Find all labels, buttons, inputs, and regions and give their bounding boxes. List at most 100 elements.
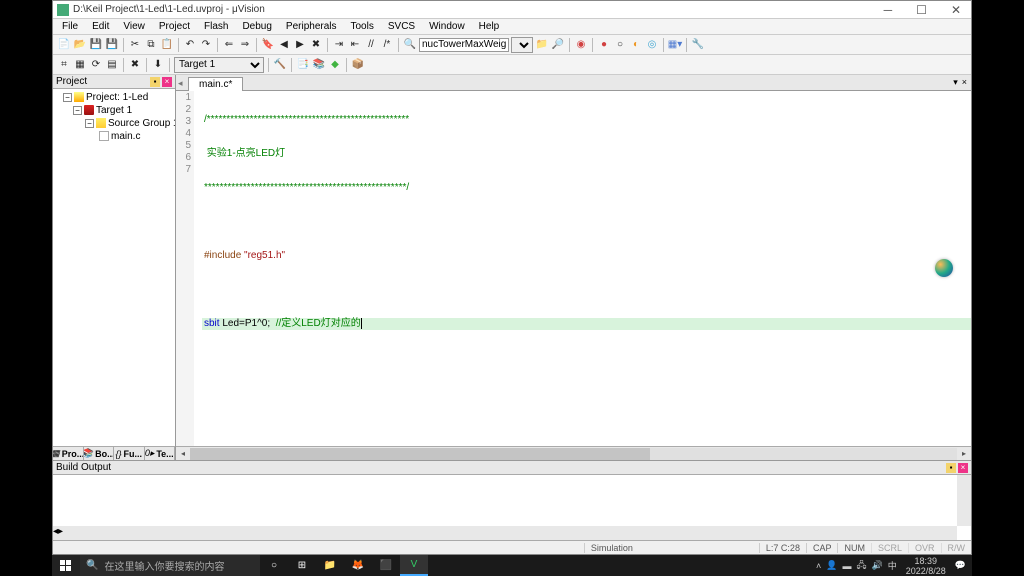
open-file-icon[interactable]: 📂 [73,38,87,52]
comment-icon[interactable]: // [364,38,378,52]
project-tree[interactable]: −Project: 1-Led −Target 1 −Source Group … [53,89,175,446]
breakpoint-kill-icon[interactable]: ◎ [645,38,659,52]
obs-icon[interactable]: ⬛ [372,555,400,576]
notifications-icon[interactable]: 💬 [955,560,966,571]
bookmark-clear-icon[interactable]: ✖ [309,38,323,52]
scroll-right-icon[interactable]: ▸ [957,448,971,460]
tree-target[interactable]: −Target 1 [55,104,173,117]
titlebar[interactable]: D:\Keil Project\1-Led\1-Led.uvproj - μVi… [53,1,971,19]
menu-window[interactable]: Window [424,20,470,33]
build-hscroll[interactable]: ◂ ▸ [53,526,957,540]
scroll-left-icon[interactable]: ◂ [176,448,190,460]
pin-icon[interactable]: ▪ [150,77,160,87]
menu-project[interactable]: Project [154,20,195,33]
translate-icon[interactable]: ⌗ [57,58,71,72]
nav-back-icon[interactable]: ⇐ [222,38,236,52]
manage-rte-icon[interactable]: ◆ [328,58,342,72]
collapse-icon[interactable]: − [63,93,72,102]
save-all-icon[interactable]: 💾 [105,38,119,52]
file-explorer-icon[interactable]: 📁 [316,555,344,576]
manage-books-icon[interactable]: 📚 [312,58,326,72]
tab-project[interactable]: ▦Pro... [53,447,84,460]
bookmark-icon[interactable]: 🔖 [261,38,275,52]
tray-usb-icon[interactable]: ▬ [842,561,851,571]
tray-network-icon[interactable]: 🖧 [856,558,866,574]
options-icon[interactable]: 🔨 [273,58,287,72]
menu-file[interactable]: File [57,20,83,33]
taskbar-search[interactable]: 🔍 在这里输入你要搜索的内容 [80,555,260,576]
task-view-icon[interactable]: ⊞ [288,555,316,576]
close-button[interactable]: ✕ [945,3,967,17]
save-icon[interactable]: 💾 [89,38,103,52]
file-ext-icon[interactable]: 📑 [296,58,310,72]
tab-close-icon[interactable]: × [962,77,967,88]
find-input[interactable] [419,38,509,52]
scroll-track[interactable] [190,448,957,460]
cut-icon[interactable]: ✂ [128,38,142,52]
editor-tab-main-c[interactable]: main.c* [188,77,243,91]
find-in-files-icon[interactable]: 📁 [535,38,549,52]
code-content[interactable]: /***************************************… [202,91,971,446]
bookmark-prev-icon[interactable]: ◀ [277,38,291,52]
menu-edit[interactable]: Edit [87,20,114,33]
breakpoint-insert-icon[interactable]: ● [597,38,611,52]
incremental-find-icon[interactable]: 🔎 [551,38,565,52]
download-icon[interactable]: ⬇ [151,58,165,72]
target-select[interactable]: Target 1 [174,57,264,73]
find-history[interactable] [511,37,533,53]
editor-hscroll[interactable]: ◂ ▸ [176,446,971,460]
tree-file-main-c[interactable]: main.c [55,130,173,143]
panel-close-icon[interactable]: × [162,77,172,87]
build-output-header[interactable]: Build Output ▪ × [53,461,971,475]
bookmark-next-icon[interactable]: ▶ [293,38,307,52]
stop-build-icon[interactable]: ✖ [128,58,142,72]
nav-fwd-icon[interactable]: ⇒ [238,38,252,52]
maximize-button[interactable]: ☐ [910,3,933,17]
menu-svcs[interactable]: SVCS [383,20,420,33]
debug-icon[interactable]: ◉ [574,38,588,52]
tray-chevron-icon[interactable]: ˄ [816,561,821,571]
configure-icon[interactable]: 🔧 [691,38,705,52]
tree-project-root[interactable]: −Project: 1-Led [55,91,173,104]
scroll-right-icon[interactable]: ▸ [58,526,63,540]
pack-installer-icon[interactable]: 📦 [351,58,365,72]
undo-icon[interactable]: ↶ [183,38,197,52]
tab-functions[interactable]: {}Fu... [114,447,145,460]
paste-icon[interactable]: 📋 [160,38,174,52]
breakpoint-disable-icon[interactable]: ◐ [629,38,643,52]
find-icon[interactable]: 🔍 [403,38,417,52]
build-target-icon[interactable]: ▦ [73,58,87,72]
window-layout-icon[interactable]: ▦▾ [668,38,682,52]
tree-source-group[interactable]: −Source Group 1 [55,117,173,130]
code-editor[interactable]: 1234567 /*******************************… [176,91,971,446]
pin-icon[interactable]: ▪ [946,463,956,473]
batch-build-icon[interactable]: ▤ [105,58,119,72]
menu-tools[interactable]: Tools [346,20,379,33]
tray-ime[interactable]: 中 [888,559,897,572]
tray-volume-icon[interactable]: 🔊 [872,560,883,571]
fold-margin[interactable] [194,91,202,446]
menu-help[interactable]: Help [474,20,505,33]
panel-close-icon[interactable]: × [958,463,968,473]
rebuild-icon[interactable]: ⟳ [89,58,103,72]
tab-dropdown-icon[interactable]: ▾ [953,77,958,88]
project-panel-header[interactable]: Project ▪ × [53,75,175,89]
build-output-body[interactable]: ◂ ▸ [53,475,971,540]
tab-scroll-left[interactable]: ◂ [178,78,183,89]
assistant-orb[interactable] [935,259,953,277]
cortana-icon[interactable]: ○ [260,555,288,576]
minimize-button[interactable]: ─ [878,3,899,17]
redo-icon[interactable]: ↷ [199,38,213,52]
scroll-thumb[interactable] [190,448,650,460]
firefox-icon[interactable]: 🦊 [344,555,372,576]
collapse-icon[interactable]: − [73,106,82,115]
menu-flash[interactable]: Flash [199,20,233,33]
menu-view[interactable]: View [118,20,150,33]
tray-people-icon[interactable]: 👤 [826,560,837,571]
tab-templates[interactable]: 0▸Te... [145,447,176,460]
copy-icon[interactable]: ⧉ [144,38,158,52]
outdent-icon[interactable]: ⇤ [348,38,362,52]
menu-peripherals[interactable]: Peripherals [281,20,342,33]
uncomment-icon[interactable]: /* [380,38,394,52]
menu-debug[interactable]: Debug [237,20,276,33]
